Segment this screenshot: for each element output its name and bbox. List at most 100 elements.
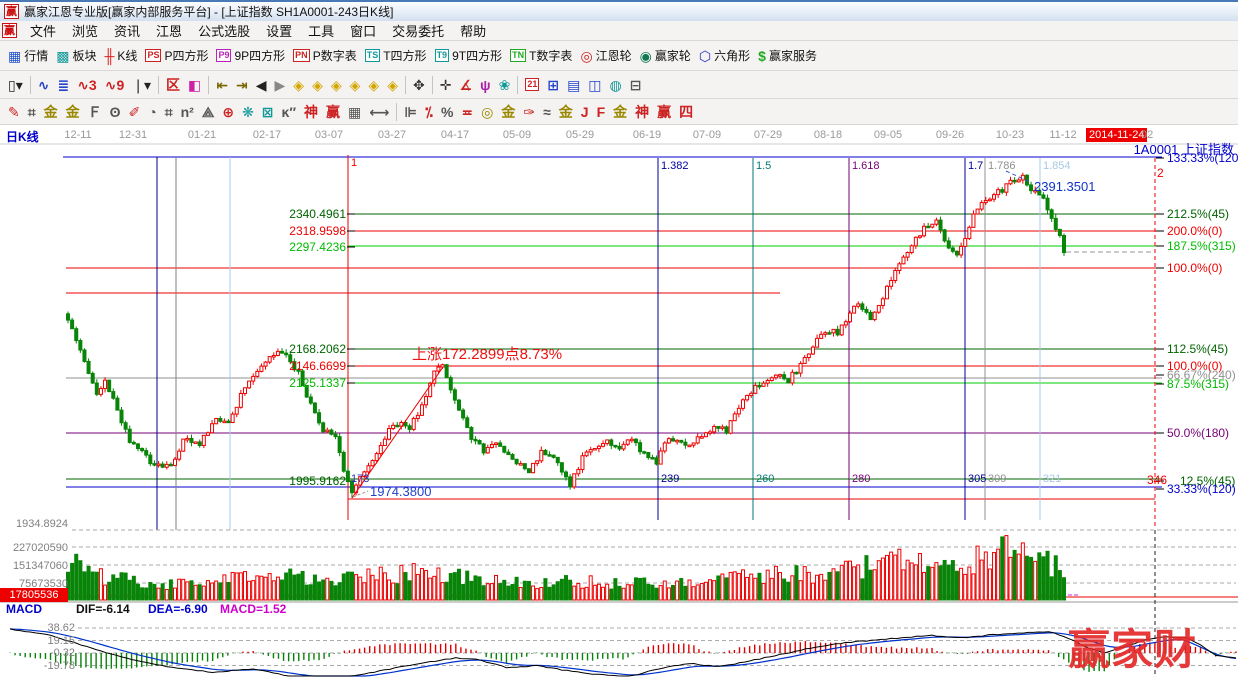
toolbar-button-save[interactable]: ◫ [584,76,605,94]
p-square-label: P四方形 [164,47,208,64]
info-list-icon: ≣ [57,77,69,93]
toolbar-button-j-angle[interactable]: J [577,103,593,121]
toolbar-button-spiral-tool[interactable]: ʘ [106,103,125,121]
menu-item-浏览[interactable]: 浏览 [64,20,106,41]
toolbar-button-yingjia-tool[interactable]: 赢 [322,103,344,121]
toolbar-button-shape-tool[interactable]: ❀ [495,76,515,94]
toolbar-button-prev-bar[interactable]: ◀ [252,76,271,94]
toolbar-button-candle-style[interactable]: ❘▾ [128,76,155,94]
app-window: 赢 赢家江恩专业版[赢家内部服务平台] - [上证指数 SH1A0001-243… [0,0,1238,678]
toolbar-button-percent-tool[interactable]: % [437,103,457,121]
menu-item-窗口[interactable]: 窗口 [342,20,384,41]
toolbar-button-tick-ruler[interactable]: ⌗ [161,103,177,121]
toolbar-button-gold-line[interactable]: 金 [497,103,519,121]
toolbar-button-wave-3[interactable]: ∿3 [73,76,101,94]
toolbar-button-red-brush[interactable]: ✑ [519,103,539,121]
toolbar-button-star-tool[interactable]: ❋ [238,103,258,121]
toolbar-button-hexagon[interactable]: ⬡六角形 [695,46,754,65]
toolbar-button-shen-tool[interactable]: 神 [300,103,322,121]
toolbar-button-region-tool[interactable]: 区 [162,76,184,94]
toolbar-button-calculator[interactable]: ⊞ [543,76,563,94]
toolbar-button-n-square[interactable]: n² [177,103,198,121]
toolbar-button-zoom-out-h[interactable]: ◈ [327,76,346,94]
toolbar-button-gann-tool[interactable]: ψ [476,76,495,94]
toolbar-button-fit-screen[interactable]: ◈ [383,76,402,94]
menu-item-文件[interactable]: 文件 [22,20,64,41]
toolbar-button-gold-band[interactable]: 金 [555,103,577,121]
toolbar-button-net-box[interactable]: ⊠ [258,103,278,121]
toolbar-button-p-number-table[interactable]: PNP数字表 [289,46,361,65]
menu-item-帮助[interactable]: 帮助 [452,20,494,41]
toolbar-button-kline[interactable]: ╫K线 [101,46,142,65]
toolbar-button-volume-profile[interactable]: ◧ [184,76,205,94]
toolbar-button-gold-angle[interactable]: 金 [609,103,631,121]
toolbar-button-price-ladder[interactable]: ⊫ [400,103,421,121]
toolbar-button-printer[interactable]: ⊟ [626,76,646,94]
toolbar-button-calendar[interactable]: 21 [521,77,543,92]
jump-last-icon: ⇥ [236,77,248,93]
menu-item-工具[interactable]: 工具 [300,20,342,41]
toolbar-button-pan-right[interactable]: ◈ [308,76,327,94]
zigzag-tool-icon: ∿ [38,77,50,93]
angle-tool-icon: ∡ [459,77,472,93]
toolbar-button-angle-tool[interactable]: ∡ [455,76,476,94]
toolbar-button-pan-left[interactable]: ◈ [289,76,308,94]
toolbar-button-pen-tool[interactable]: ✎ [4,103,24,121]
toolbar-button-expand-all[interactable]: ◈ [364,76,383,94]
toolbar-button-gold-gate-1[interactable]: 金 [40,103,62,121]
toolbar-button-gann-wheel[interactable]: ◎江恩轮 [576,46,635,65]
toolbar-button-f-ruler[interactable]: Ｆ [84,103,106,121]
toolbar-button-zigzag-tool[interactable]: ∿ [34,76,54,94]
toolbar-button-quotes[interactable]: ▦行情 [4,46,52,65]
chart-area[interactable] [0,125,1238,678]
date-label: 07-29 [748,129,788,141]
toolbar-button-sectors[interactable]: ▩板块 [52,46,100,65]
toolbar-button-wave-band[interactable]: ≈ [539,103,555,121]
toolbar-button-info-list[interactable]: ≣ [53,76,73,94]
toolbar-button-time-circle[interactable]: ◔ [144,103,160,121]
toolbar-button-9t-square[interactable]: T99T四方形 [431,46,507,65]
toolbar-button-jump-last[interactable]: ⇥ [232,76,252,94]
toolbar-button-next-bar[interactable]: ▶ [271,76,290,94]
menu-item-公式选股[interactable]: 公式选股 [190,20,258,41]
toolbar-button-f-angle[interactable]: F [593,103,610,121]
toolbar-button-grid-tool[interactable]: ⌗ [24,103,40,121]
menu-item-交易委托[interactable]: 交易委托 [384,20,452,41]
toolbar-button-si-angle[interactable]: 四 [675,103,697,121]
toolbar-button-shen-angle[interactable]: 神 [631,103,653,121]
toolbar-button-winner-service[interactable]: $赢家服务 [754,46,821,65]
toolbar-button-winner-wheel[interactable]: ◉赢家轮 [636,46,695,65]
menu-item-资讯[interactable]: 资讯 [106,20,148,41]
toolbar-button-t-square[interactable]: TST四方形 [361,46,431,65]
toolbar-button-zoom-in-h[interactable]: ◈ [346,76,365,94]
toolbar-button-hand-tool[interactable]: ✥ [409,76,429,94]
toolbar-button-t-number-table[interactable]: TNT数字表 [506,46,576,65]
toolbar-button-crosshair-tool[interactable]: ✛ [436,76,456,94]
toolbar-button-wave-9[interactable]: ∿9 [101,76,129,94]
toolbar-button-span-arrows[interactable]: ⟷ [365,103,393,121]
menu-item-江恩[interactable]: 江恩 [148,20,190,41]
toolbar-button-price-pen[interactable]: ✐ [125,103,145,121]
toolbar-button-k-marks[interactable]: ĸ″ [278,103,301,121]
9p-square-label: 9P四方形 [234,47,285,64]
toolbar-button-pct-slash[interactable]: ⁒ [421,103,437,121]
date-label: 09-26 [930,129,970,141]
toolbar-button-target-tool[interactable]: ⊕ [218,103,238,121]
gann-percent-label: 87.5%(315) [1167,378,1229,391]
toolbar-button-grid-123[interactable]: ▦ [344,103,365,121]
title-bar[interactable]: 赢 赢家江恩专业版[赢家内部服务平台] - [上证指数 SH1A0001-243… [0,0,1238,21]
p-square-icon: PS [145,49,161,62]
toolbar-button-pct-line[interactable]: ≖ [457,103,477,121]
toolbar-button-ying-angle[interactable]: 赢 [653,103,675,121]
toolbar-button-9p-square[interactable]: P99P四方形 [212,46,289,65]
toolbar-button-gold-gate-2[interactable]: 金 [62,103,84,121]
toolbar-button-web-service[interactable]: ◍ [606,76,626,94]
toolbar-button-period-selector[interactable]: ▯▾ [4,76,27,94]
menu-item-设置[interactable]: 设置 [258,20,300,41]
toolbar-button-jump-first[interactable]: ⇤ [212,76,232,94]
j-angle-icon: J [581,104,589,120]
toolbar-button-gold-circle[interactable]: ◎ [477,103,497,121]
toolbar-button-p-square[interactable]: PSP四方形 [141,46,212,65]
toolbar-button-angle-mirror[interactable]: ⟁ [198,103,219,121]
toolbar-button-notepad[interactable]: ▤ [563,76,584,94]
